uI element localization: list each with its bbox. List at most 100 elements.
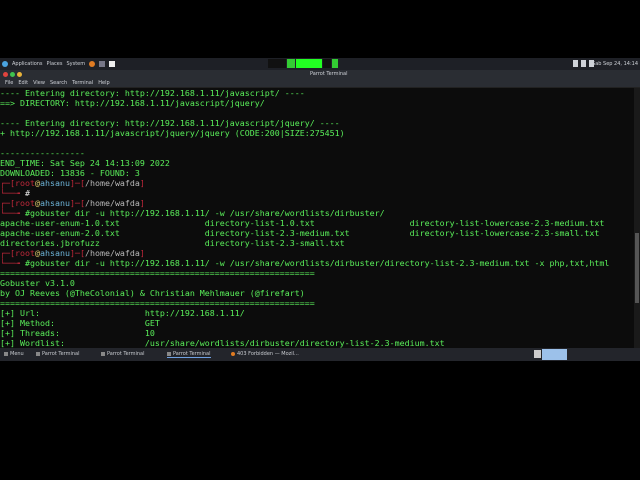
taskbar-item[interactable]: Parrot Terminal xyxy=(101,351,145,357)
terminal-text: /home/wafda xyxy=(84,248,140,258)
terminal-line: └──╼ #gobuster dir -u http://192.168.1.1… xyxy=(0,208,634,218)
menu-bar: File Edit View Search Terminal Help xyxy=(0,78,640,88)
terminal-text: ========================================… xyxy=(0,298,315,308)
terminal-line: ---- Entering directory: http://192.168.… xyxy=(0,118,634,128)
terminal-text: root xyxy=(15,198,35,208)
terminal-text: ]─[ xyxy=(69,178,85,188)
menu-edit[interactable]: Edit xyxy=(18,80,28,86)
workspace-switcher[interactable] xyxy=(542,349,567,360)
terminal-icon xyxy=(101,352,105,356)
terminal-text: #gobuster dir -u http://192.168.1.11/ -w… xyxy=(24,208,385,218)
terminal-line: [+] Wordlist: /usr/share/wordlists/dirbu… xyxy=(0,338,634,348)
terminal-text: ┌─[ xyxy=(0,248,15,258)
terminal-text: └──╼ xyxy=(0,208,25,218)
scrollbar-thumb[interactable] xyxy=(635,233,639,303)
system-menu[interactable]: System xyxy=(66,61,85,67)
terminal-text: ----------------- xyxy=(0,148,85,158)
terminal-line: apache-user-enum-1.0.txt directory-list-… xyxy=(0,218,634,228)
taskbar-item[interactable]: 403 Forbidden — Mozil... xyxy=(231,351,299,357)
menu-grid-icon xyxy=(4,352,8,356)
terminal-launcher-icon[interactable] xyxy=(99,61,106,67)
terminal-text: directories.jbrofuzz directory-list-2.3-… xyxy=(0,238,345,248)
terminal-text: apache-user-enum-1.0.txt directory-list-… xyxy=(0,218,605,228)
terminal-text: ]─[ xyxy=(69,198,85,208)
taskbar: Menu Parrot Terminal Parrot Terminal Par… xyxy=(0,348,640,361)
window-titlebar: Parrot Terminal xyxy=(0,70,640,78)
show-desktop-button[interactable] xyxy=(534,350,541,358)
terminal-text: └──╼ xyxy=(0,258,25,268)
terminal-text: ---- Entering directory: http://192.168.… xyxy=(0,118,340,128)
applications-menu[interactable]: Applications xyxy=(12,61,43,67)
parrot-logo-icon[interactable] xyxy=(2,61,8,67)
terminal-line: + http://192.168.1.11/javascript/jquery/… xyxy=(0,128,634,138)
text-editor-icon[interactable] xyxy=(109,61,116,67)
display-icon[interactable] xyxy=(581,60,586,67)
terminal-line: [+] Threads: 10 xyxy=(0,328,634,338)
scrollbar[interactable] xyxy=(634,88,640,348)
terminal-text: ┌─[ xyxy=(0,178,15,188)
terminal-line: [+] Method: GET xyxy=(0,318,634,328)
firefox-icon[interactable] xyxy=(89,61,96,67)
terminal-line: ┌─[root@ahsanu]─[/home/wafda] xyxy=(0,248,634,258)
terminal-line: ---- Entering directory: http://192.168.… xyxy=(0,88,634,98)
terminal-line: └──╼ # xyxy=(0,188,634,198)
terminal-text: DOWNLOADED: 13836 - FOUND: 3 xyxy=(0,168,140,178)
terminal-line: ┌─[root@ahsanu]─[/home/wafda] xyxy=(0,198,634,208)
menu-search[interactable]: Search xyxy=(50,80,67,86)
terminal-text: └──╼ xyxy=(0,188,25,198)
terminal-text: ┌─[ xyxy=(0,198,15,208)
terminal-text: root xyxy=(15,178,35,188)
taskbar-menu-button[interactable]: Menu xyxy=(4,351,24,357)
terminal-text: /home/wafda xyxy=(84,198,140,208)
terminal-line: apache-user-enum-2.0.txt directory-list-… xyxy=(0,228,634,238)
window-title: Parrot Terminal xyxy=(310,71,348,77)
terminal-line: Gobuster v3.1.0 xyxy=(0,278,634,288)
terminal-line: [+] Url: http://192.168.1.11/ xyxy=(0,308,634,318)
terminal-text: /home/wafda xyxy=(84,178,140,188)
terminal-line: ----------------- xyxy=(0,148,634,158)
terminal-line: ========================================… xyxy=(0,268,634,278)
terminal-text: by OJ Reeves (@TheColonial) & Christian … xyxy=(0,288,305,298)
terminal-text: [+] Method: GET xyxy=(0,318,160,328)
terminal-text: #gobuster dir -u http://192.168.1.11/ -w… xyxy=(24,258,610,268)
terminal-text: [+] Url: http://192.168.1.11/ xyxy=(0,308,245,318)
taskbar-item[interactable]: Parrot Terminal xyxy=(36,351,80,357)
places-menu[interactable]: Places xyxy=(47,61,63,67)
volume-icon[interactable] xyxy=(573,60,578,67)
terminal-text: ]─[ xyxy=(69,248,85,258)
terminal-line: ========================================… xyxy=(0,298,634,308)
minimize-button[interactable] xyxy=(17,72,22,77)
menu-view[interactable]: View xyxy=(33,80,45,86)
maximize-button[interactable] xyxy=(10,72,15,77)
taskbar-item-active[interactable]: Parrot Terminal xyxy=(167,351,211,358)
clock[interactable]: Sab Sep 24, 14:14 xyxy=(592,61,638,67)
top-panel: Applications Places System Sab Sep 24, 1… xyxy=(0,58,640,70)
terminal-line: ==> DIRECTORY: http://192.168.1.11/javas… xyxy=(0,98,634,108)
firefox-icon xyxy=(231,352,235,356)
terminal-line: └──╼ #gobuster dir -u http://192.168.1.1… xyxy=(0,258,634,268)
menu-terminal[interactable]: Terminal xyxy=(72,80,93,86)
menu-help[interactable]: Help xyxy=(98,80,109,86)
terminal-text: Gobuster v3.1.0 xyxy=(0,278,75,288)
close-button[interactable] xyxy=(3,72,8,77)
menu-file[interactable]: File xyxy=(5,80,13,86)
terminal-text: root xyxy=(15,248,35,258)
terminal-text: ahsanu xyxy=(39,178,70,188)
terminal-text: + http://192.168.1.11/javascript/jquery/… xyxy=(0,128,345,138)
terminal-line: by OJ Reeves (@TheColonial) & Christian … xyxy=(0,288,634,298)
terminal-text: ] xyxy=(139,178,145,188)
terminal-line: ┌─[root@ahsanu]─[/home/wafda] xyxy=(0,178,634,188)
terminal-text: ahsanu xyxy=(39,198,70,208)
terminal-icon xyxy=(36,352,40,356)
terminal-text: ========================================… xyxy=(0,268,315,278)
terminal-text: END_TIME: Sat Sep 24 14:13:09 2022 xyxy=(0,158,170,168)
terminal-output[interactable]: ---- Entering directory: http://192.168.… xyxy=(0,88,634,348)
terminal-text: [+] Wordlist: /usr/share/wordlists/dirbu… xyxy=(0,338,445,348)
terminal-text: ahsanu xyxy=(39,248,70,258)
terminal-line: DOWNLOADED: 13836 - FOUND: 3 xyxy=(0,168,634,178)
system-monitor xyxy=(268,59,338,68)
terminal-text: # xyxy=(24,188,30,198)
terminal-text: apache-user-enum-2.0.txt directory-list-… xyxy=(0,228,600,238)
